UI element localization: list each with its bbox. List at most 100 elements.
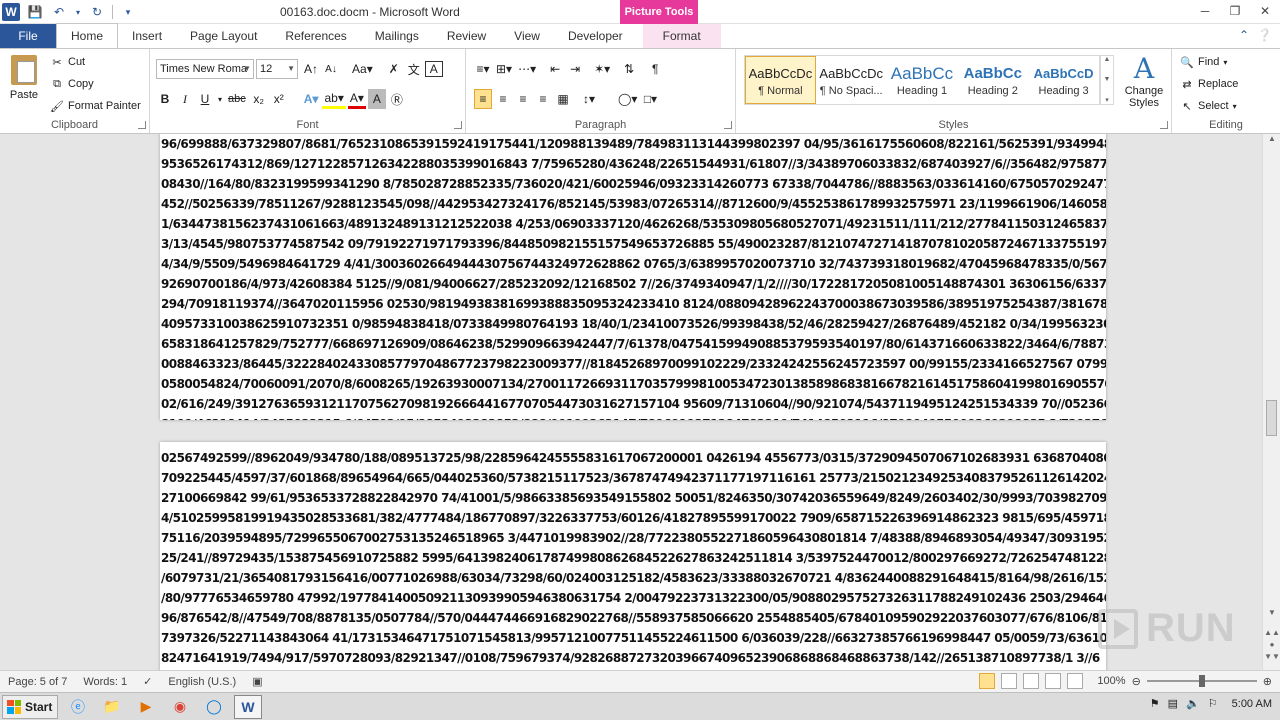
zoom-out-icon[interactable]: ⊖	[1132, 675, 1141, 688]
line-spacing-icon[interactable]: ↕▾	[580, 89, 598, 109]
format-painter-button[interactable]: 🖌 Format Painter	[50, 97, 141, 115]
tab-home[interactable]: Home	[56, 23, 119, 48]
justify-icon[interactable]: ≡	[534, 89, 552, 109]
tab-page-layout[interactable]: Page Layout	[176, 24, 271, 48]
style-normal[interactable]: AaBbCcDc ¶ Normal	[745, 56, 816, 104]
zoom-level[interactable]: 100%	[1097, 675, 1125, 687]
asian-layout-icon[interactable]: ✶▾	[592, 59, 612, 79]
gallery-more-icon[interactable]: ▾	[1105, 96, 1109, 104]
strikethrough-button[interactable]: abc	[226, 89, 248, 109]
minimize-icon[interactable]: ─	[1190, 0, 1220, 22]
bold-button[interactable]: B	[156, 89, 174, 109]
enclose-characters-icon[interactable]: Ⓡ	[388, 89, 406, 109]
explorer-folder-icon[interactable]: 📁	[98, 695, 126, 719]
font-size-select[interactable]: 12 ▼	[256, 59, 298, 79]
full-screen-view-icon[interactable]	[1001, 673, 1018, 689]
align-center-icon[interactable]: ≡	[494, 89, 512, 109]
language-indicator[interactable]: English (U.S.)	[160, 676, 244, 688]
clear-formatting-icon[interactable]: ✗	[385, 59, 403, 79]
shrink-font-icon[interactable]: A↓	[322, 59, 340, 79]
font-color-icon[interactable]: A▾	[347, 89, 366, 109]
numbering-icon[interactable]: ⊞▾	[494, 59, 514, 79]
undo-icon[interactable]: ↶	[50, 3, 68, 21]
style-heading-3[interactable]: AaBbCcD Heading 3	[1028, 56, 1099, 104]
underline-button[interactable]: U	[196, 89, 214, 109]
phonetic-guide-icon[interactable]: 文	[405, 59, 423, 79]
tab-developer[interactable]: Developer	[554, 24, 637, 48]
chrome-icon[interactable]: ◉	[166, 695, 194, 719]
word-app-icon[interactable]: W	[2, 3, 20, 21]
bullets-icon[interactable]: ≡▾	[474, 59, 492, 79]
copy-button[interactable]: ⧉ Copy	[50, 75, 94, 93]
style-no-spacing[interactable]: AaBbCcDc ¶ No Spaci...	[816, 56, 887, 104]
paragraph-launcher-icon[interactable]	[724, 121, 732, 129]
macro-record-icon[interactable]: ▣	[244, 675, 270, 688]
start-button[interactable]: Start	[2, 694, 58, 719]
redo-icon[interactable]: ↻	[88, 3, 106, 21]
decrease-indent-icon[interactable]: ⇤	[546, 59, 564, 79]
gallery-up-icon[interactable]: ▲	[1104, 56, 1111, 63]
edge-icon[interactable]: ◯	[200, 695, 228, 719]
borders-icon[interactable]: □▾	[641, 89, 659, 109]
replace-button[interactable]: ⇄ Replace	[1180, 75, 1238, 93]
subscript-button[interactable]: x₂	[250, 89, 268, 109]
character-shading-icon[interactable]: A	[367, 89, 386, 109]
clock[interactable]: 5:00 AM	[1232, 698, 1272, 710]
tab-references[interactable]: References	[271, 24, 360, 48]
customize-qat-icon[interactable]: ▾	[119, 3, 137, 21]
document-page[interactable]: 02567492599//8962049/934780/188/08951372…	[160, 442, 1106, 670]
tab-file[interactable]: File	[0, 24, 56, 48]
scrollbar-thumb[interactable]	[1266, 400, 1277, 436]
action-center-icon[interactable]: ⚐	[1208, 697, 1218, 710]
gallery-down-icon[interactable]: ▼	[1104, 76, 1111, 83]
cut-button[interactable]: ✂ Cut	[50, 53, 85, 71]
sort-icon[interactable]: ⇅	[620, 59, 638, 79]
web-layout-view-icon[interactable]	[1023, 673, 1040, 689]
font-name-select[interactable]: Times New Roma ▼	[156, 59, 254, 79]
paste-button[interactable]: Paste	[6, 53, 42, 111]
document-page[interactable]: 96/699888/637329807/8681/765231086539159…	[160, 134, 1106, 420]
find-button[interactable]: 🔍 Find ▾	[1180, 53, 1227, 71]
word-taskbar-icon[interactable]: W	[234, 694, 262, 719]
select-button[interactable]: ↖ Select ▾	[1180, 97, 1236, 115]
tab-insert[interactable]: Insert	[118, 24, 176, 48]
superscript-button[interactable]: x²	[270, 89, 288, 109]
scroll-down-icon[interactable]: ▼	[1263, 608, 1280, 622]
page-count[interactable]: Page: 5 of 7	[0, 676, 75, 688]
change-case-icon[interactable]: Aa▾	[350, 59, 375, 79]
character-border-icon[interactable]: A	[424, 61, 443, 77]
shading-icon[interactable]: ◯▾	[616, 89, 639, 109]
document-area[interactable]: 96/699888/637329807/8681/765231086539159…	[0, 134, 1262, 670]
restore-icon[interactable]: ❐	[1220, 0, 1250, 22]
network-icon[interactable]: ▤	[1168, 697, 1178, 710]
tab-review[interactable]: Review	[433, 24, 500, 48]
clipboard-launcher-icon[interactable]	[138, 121, 146, 129]
multilevel-list-icon[interactable]: ⋯▾	[516, 59, 538, 79]
align-right-icon[interactable]: ≡	[514, 89, 532, 109]
style-heading-1[interactable]: AaBbCc Heading 1	[887, 56, 958, 104]
tray-flag-icon[interactable]: ⚑	[1150, 697, 1160, 710]
style-heading-2[interactable]: AaBbCc Heading 2	[957, 56, 1028, 104]
text-effects-icon[interactable]: A▾	[302, 89, 321, 109]
close-icon[interactable]: ✕	[1250, 0, 1280, 22]
change-styles-button[interactable]: A Change Styles	[1118, 53, 1170, 115]
grow-font-icon[interactable]: A↑	[302, 59, 320, 79]
draft-view-icon[interactable]	[1067, 673, 1084, 689]
next-page-icon[interactable]: ▼▼	[1263, 652, 1280, 666]
distributed-icon[interactable]: ▦	[554, 89, 572, 109]
tab-format[interactable]: Format	[642, 24, 721, 48]
help-icon[interactable]: ❔	[1257, 28, 1272, 42]
undo-dropdown-icon[interactable]: ▾	[74, 3, 82, 21]
outline-view-icon[interactable]	[1045, 673, 1062, 689]
align-left-icon[interactable]: ≡	[474, 89, 492, 109]
volume-icon[interactable]: 🔈	[1186, 697, 1200, 710]
zoom-slider[interactable]	[1146, 675, 1257, 687]
italic-button[interactable]: I	[176, 89, 194, 109]
increase-indent-icon[interactable]: ⇥	[566, 59, 584, 79]
minimize-ribbon-icon[interactable]: ⌃	[1239, 28, 1249, 42]
underline-dropdown-icon[interactable]: ▾	[216, 89, 224, 109]
internet-explorer-icon[interactable]: ⓔ	[64, 695, 92, 719]
proofing-icon[interactable]: ✓	[135, 675, 160, 688]
word-count[interactable]: Words: 1	[75, 676, 135, 688]
print-layout-view-icon[interactable]	[979, 673, 996, 689]
